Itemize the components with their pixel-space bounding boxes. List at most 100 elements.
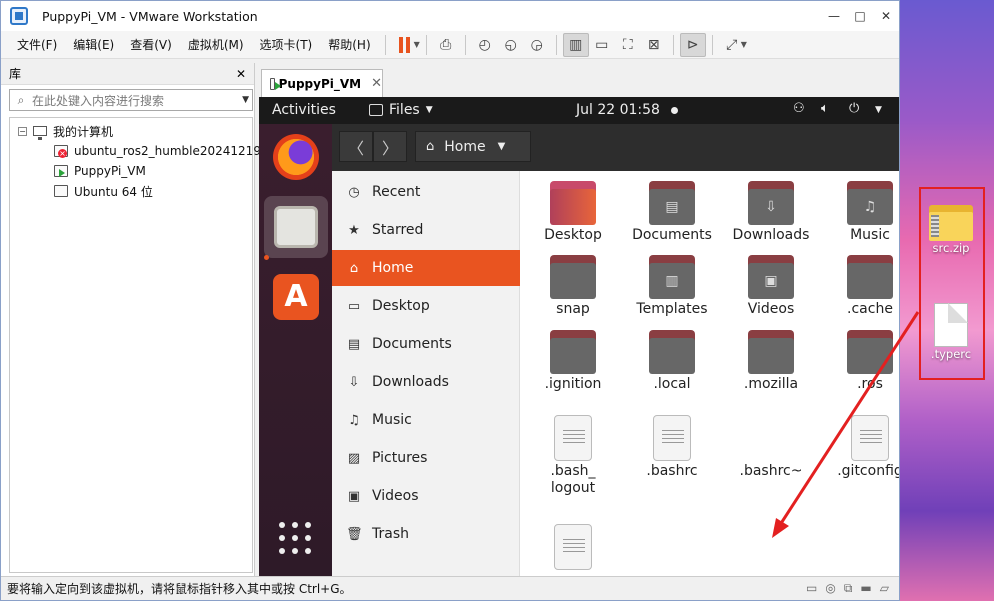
sidebar-item-label: Recent xyxy=(372,184,421,200)
hard-disk-icon[interactable]: ▭ xyxy=(806,581,817,596)
device-icons: ▭ ◎ ⧉ ▬ ▱ xyxy=(806,581,889,596)
network-icon[interactable]: ⚇ xyxy=(793,101,805,116)
computer-icon xyxy=(33,126,47,140)
file-item[interactable]: .mozilla xyxy=(722,330,820,393)
files-header-bar: 〈 〉 ⌂ Home ▼ xyxy=(332,124,899,171)
file-label: Videos xyxy=(747,301,795,317)
notification-dot xyxy=(671,107,678,114)
chevron-down-icon[interactable]: ▼ xyxy=(741,40,747,49)
software-store-icon[interactable]: A xyxy=(273,274,319,320)
sidebar-item-videos[interactable]: ▣ Videos xyxy=(332,478,520,514)
chevron-down-icon[interactable]: ▼ xyxy=(498,141,506,152)
menu-tabs[interactable]: 选项卡(T) xyxy=(252,36,321,53)
guest-screen[interactable]: Activities Files ▼ Jul 22 01:58 ⚇ 🔈︎ ⏻ ▼… xyxy=(259,97,899,576)
title-bar: PuppyPi_VM - VMware Workstation — □ ✕ xyxy=(1,1,899,31)
file-item[interactable]: .local xyxy=(623,330,721,393)
full-screen-button[interactable]: ⛶ xyxy=(615,33,641,57)
minimize-button[interactable]: — xyxy=(821,1,847,31)
menu-vm[interactable]: 虚拟机(M) xyxy=(180,36,252,53)
close-button[interactable]: ✕ xyxy=(873,1,899,31)
text-file-icon xyxy=(554,524,592,570)
maximize-button[interactable]: □ xyxy=(847,1,873,31)
sidebar-item-starred[interactable]: ★ Starred xyxy=(332,212,520,248)
firefox-icon[interactable] xyxy=(273,134,319,180)
sidebar-item-pictures[interactable]: ▨ Pictures xyxy=(332,440,520,476)
cd-icon[interactable]: ◎ xyxy=(825,581,835,596)
console-view-button[interactable]: ⊳ xyxy=(679,32,706,57)
chevron-down-icon[interactable]: ▼ xyxy=(242,95,249,105)
volume-icon[interactable]: 🔈︎ xyxy=(821,101,829,116)
usb-icon[interactable]: ▬ xyxy=(860,581,871,596)
send-ctrl-alt-del-button[interactable]: ⎙ xyxy=(433,33,459,57)
activities-button[interactable]: Activities xyxy=(272,102,336,118)
snapshot-manager-button[interactable]: ◶ xyxy=(524,33,550,57)
sidebar-item-desktop[interactable]: ▭ Desktop xyxy=(332,288,520,324)
document-icon: ▤ xyxy=(347,336,361,352)
path-bar-home[interactable]: ⌂ Home ▼ xyxy=(415,131,531,162)
file-item[interactable]: ▣ Videos xyxy=(722,255,820,318)
tree-item-my-computer[interactable]: − 我的计算机 xyxy=(18,122,113,140)
menu-file[interactable]: 文件(F) xyxy=(1,36,65,53)
file-label: .local xyxy=(653,376,691,392)
sidebar-item-music[interactable]: ♫ Music xyxy=(332,402,520,438)
tab-close-button[interactable]: ✕ xyxy=(371,76,382,91)
tree-item-vm[interactable]: Ubuntu 64 位 xyxy=(54,182,153,200)
dock-files-item[interactable] xyxy=(264,196,328,258)
file-item[interactable]: ⇩ Downloads xyxy=(722,181,820,244)
file-item[interactable]: ▤ Documents xyxy=(623,181,721,244)
library-close-button[interactable]: ✕ xyxy=(236,67,246,81)
sidebar-item-recent[interactable]: ◷ Recent xyxy=(332,174,520,210)
show-library-button[interactable]: ▥ xyxy=(562,32,589,57)
picture-icon: ▨ xyxy=(347,450,361,466)
chevron-down-icon[interactable]: ▼ xyxy=(414,40,420,49)
text-file-icon xyxy=(554,415,592,461)
menu-help[interactable]: 帮助(H) xyxy=(320,36,378,53)
folder-icon xyxy=(550,181,596,225)
revert-snapshot-button[interactable]: ◵ xyxy=(498,33,524,57)
file-item[interactable]: .ignition xyxy=(524,330,622,393)
menu-bar: 文件(F) 编辑(E) 查看(V) 虚拟机(M) 选项卡(T) 帮助(H) ▼ … xyxy=(1,31,899,59)
sidebar-item-documents[interactable]: ▤ Documents xyxy=(332,326,520,362)
sidebar-item-downloads[interactable]: ⇩ Downloads xyxy=(332,364,520,400)
tree-item-vm[interactable]: PuppyPi_VM xyxy=(54,162,146,180)
menu-view[interactable]: 查看(V) xyxy=(122,36,180,53)
file-item[interactable]: .bashrc~ xyxy=(722,415,820,480)
file-item[interactable]: snap xyxy=(524,255,622,318)
tab-puppypi-vm[interactable]: PuppyPi_VM ✕ xyxy=(261,69,383,97)
clock[interactable]: Jul 22 01:58 xyxy=(576,102,660,118)
file-item[interactable]: Desktop xyxy=(524,181,622,244)
show-apps-icon[interactable] xyxy=(279,522,311,554)
snapshot-button[interactable]: ◴ xyxy=(472,33,498,57)
forward-button[interactable]: 〉 xyxy=(373,131,407,162)
file-item[interactable]: .gitconfig xyxy=(821,415,899,480)
folder-icon xyxy=(369,104,383,116)
vm-running-icon xyxy=(270,77,281,90)
file-item[interactable]: .bashrc xyxy=(623,415,721,480)
file-item[interactable]: ▥ Templates xyxy=(623,255,721,318)
file-item[interactable]: .bash_ logout xyxy=(524,415,622,497)
library-search-input[interactable]: ⌕ 在此处键入内容进行搜索 ▼ xyxy=(9,89,253,111)
back-button[interactable]: 〈 xyxy=(339,131,373,162)
message-icon[interactable]: ▱ xyxy=(880,581,889,596)
app-menu[interactable]: Files ▼ xyxy=(369,102,433,118)
file-item[interactable] xyxy=(524,524,622,572)
network-adapter-icon[interactable]: ⧉ xyxy=(844,581,853,596)
chevron-down-icon[interactable]: ▼ xyxy=(875,105,882,115)
sidebar-item-home[interactable]: ⌂ Home xyxy=(332,250,520,286)
file-item[interactable]: .cache xyxy=(821,255,899,318)
sidebar-item-trash[interactable]: 🗑︎ Trash xyxy=(332,516,520,552)
toolbar-separator xyxy=(555,34,557,55)
tree-item-vm[interactable]: ubuntu_ros2_humble20241219 xyxy=(54,142,261,160)
thumbnail-bar-button[interactable]: ▭ xyxy=(589,33,615,57)
folder-icon xyxy=(847,255,893,299)
vm-tab-strip: PuppyPi_VM ✕ xyxy=(259,65,899,97)
file-item[interactable]: .ros xyxy=(821,330,899,393)
home-icon: ⌂ xyxy=(349,260,359,276)
power-icon[interactable]: ⏻ xyxy=(849,101,859,116)
video-icon: ▣ xyxy=(347,488,361,504)
fullscreen-icon: ⛶ xyxy=(622,36,633,53)
unity-button[interactable]: ⊠ xyxy=(641,33,667,57)
collapse-icon[interactable]: − xyxy=(18,126,27,136)
menu-edit[interactable]: 编辑(E) xyxy=(65,36,122,53)
file-item[interactable]: ♫ Music xyxy=(821,181,899,244)
